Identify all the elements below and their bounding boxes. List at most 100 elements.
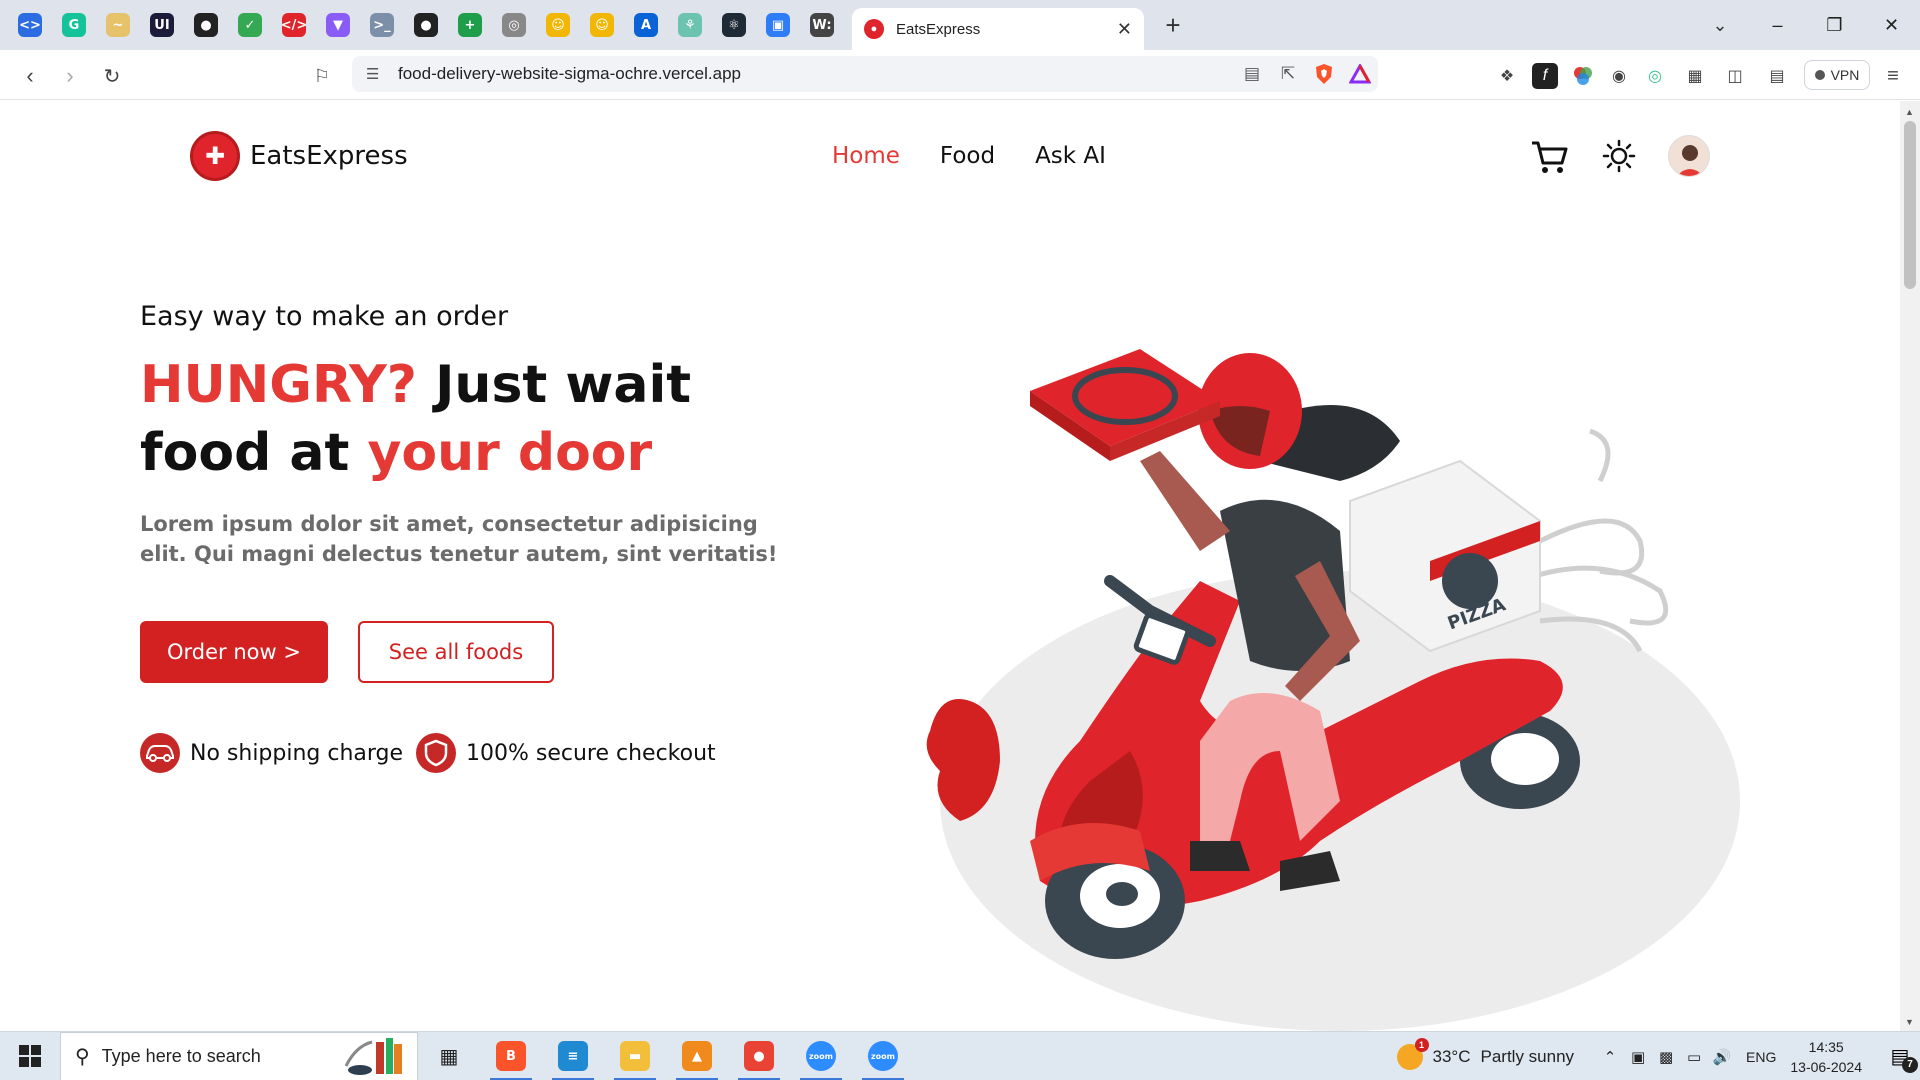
pinned-tab[interactable]: ▼	[316, 6, 360, 44]
taskbar-app-vlc[interactable]: ▲	[666, 1032, 728, 1080]
scroll-up-arrow-icon[interactable]: ▲	[1905, 107, 1914, 117]
pinned-tab[interactable]: ☺	[536, 6, 580, 44]
weather-widget[interactable]: 1 33°C Partly sunny	[1396, 1037, 1575, 1070]
hero-kicker: Easy way to make an order	[140, 301, 509, 332]
nav-link-food[interactable]: Food	[940, 143, 995, 169]
order-now-button[interactable]: Order now >	[140, 621, 328, 683]
brand[interactable]: ✚ EatsExpress	[190, 131, 408, 181]
wiki-icon: W:	[810, 13, 834, 37]
close-window-button[interactable]: ✕	[1863, 0, 1920, 50]
browser-toolbar: ‹ › ↻ ⚐ ☰ food-delivery-website-sigma-oc…	[0, 50, 1920, 100]
emoji-icon: ☺	[546, 13, 570, 37]
glasses-extension-icon[interactable]: ◉	[1606, 63, 1632, 89]
menu-icon[interactable]: ≡	[1880, 63, 1906, 89]
nav-link-home[interactable]: Home	[832, 143, 900, 169]
windows-logo-icon	[19, 1045, 41, 1067]
active-tab[interactable]: ● EatsExpress ✕	[852, 8, 1144, 50]
leaf-icon: ⚘	[678, 13, 702, 37]
notification-center-icon[interactable]: ▤ 7	[1880, 1037, 1920, 1077]
pinned-tab[interactable]: W:	[800, 6, 844, 44]
vpn-status-icon	[1814, 70, 1825, 80]
start-button[interactable]	[0, 1032, 60, 1080]
vite-icon: ▼	[326, 13, 350, 37]
terminal-icon: >_	[370, 13, 394, 37]
language-indicator[interactable]: ENG	[1746, 1049, 1776, 1065]
minimize-button[interactable]: –	[1749, 0, 1806, 50]
back-button[interactable]: ‹	[14, 60, 46, 92]
site-settings-icon[interactable]: ☰	[366, 65, 384, 83]
scrollbar-thumb[interactable]	[1904, 121, 1916, 289]
taskbar-app-files[interactable]: ▬	[604, 1032, 666, 1080]
address-bar[interactable]: ☰ food-delivery-website-sigma-ochre.verc…	[352, 56, 1378, 92]
pinned-tab[interactable]: >_	[360, 6, 404, 44]
cart-icon[interactable]	[1530, 137, 1570, 177]
page-scrollbar[interactable]: ▲ ▼	[1900, 101, 1920, 1031]
pinned-tab[interactable]: ⚘	[668, 6, 712, 44]
pinned-tab[interactable]: ☺	[580, 6, 624, 44]
taskbar-app-vscode[interactable]: ≡	[542, 1032, 604, 1080]
pinned-tab[interactable]: ~	[96, 6, 140, 44]
close-tab-icon[interactable]: ✕	[1117, 19, 1132, 40]
reader-mode-icon[interactable]: ▤	[1234, 56, 1270, 92]
pinned-tab[interactable]: G	[52, 6, 96, 44]
pinned-tab[interactable]: <>	[8, 6, 52, 44]
user-avatar[interactable]	[1668, 135, 1710, 177]
search-placeholder[interactable]: Type here to search	[102, 1046, 331, 1067]
vpn-button[interactable]: VPN	[1804, 60, 1870, 90]
sidebar-icon[interactable]: ◫	[1722, 63, 1748, 89]
maximize-button[interactable]: ❐	[1806, 0, 1863, 50]
pinned-tab[interactable]: UI	[140, 6, 184, 44]
color-picker-extension-icon[interactable]	[1570, 63, 1596, 89]
brave-rewards-icon[interactable]	[1342, 56, 1378, 92]
extensions-puzzle-icon[interactable]: ▦	[1682, 63, 1708, 89]
taskbar-app-brave[interactable]: B	[480, 1032, 542, 1080]
taskbar-app-zoom[interactable]: zoom	[852, 1032, 914, 1080]
pinned-tab[interactable]: ◎	[492, 6, 536, 44]
camera-icon: ◎	[502, 13, 526, 37]
taskbar-app-chrome[interactable]: ●	[728, 1032, 790, 1080]
vpn-label: VPN	[1830, 67, 1860, 83]
pinned-tab[interactable]: ⚛	[712, 6, 756, 44]
weather-desc: Partly sunny	[1480, 1046, 1575, 1066]
pinned-tab[interactable]: ✓	[228, 6, 272, 44]
url-text[interactable]: food-delivery-website-sigma-ochre.vercel…	[398, 64, 1234, 84]
pinned-tab[interactable]: +	[448, 6, 492, 44]
task-view-button[interactable]: ▦	[418, 1032, 480, 1080]
show-hidden-icons-chevron-icon[interactable]: ⌃	[1596, 1048, 1624, 1066]
taskbar-search[interactable]: ⚲ Type here to search	[60, 1031, 418, 1080]
ring-extension-icon[interactable]: ◎	[1642, 63, 1668, 89]
clock[interactable]: 14:35 13-06-2024	[1790, 1037, 1862, 1077]
camera-tray-icon[interactable]: ▣	[1624, 1048, 1652, 1066]
pinned-tabs: <> G ~ UI ● ✓ </> ▼ >_ ● + ◎ ☺ ☺ A ⚘ ⚛ ▣ W:	[0, 6, 844, 44]
main-nav: Home Food Ask AI	[832, 143, 1146, 169]
taskbar-app-zoom[interactable]: zoom	[790, 1032, 852, 1080]
forward-button[interactable]: ›	[54, 60, 86, 92]
font-extension-icon[interactable]: f	[1532, 63, 1558, 89]
bookmark-icon[interactable]: ⚐	[306, 60, 338, 92]
new-tab-button[interactable]: +	[1152, 4, 1194, 46]
battery-icon[interactable]: ▭	[1680, 1048, 1708, 1066]
display-tray-icon[interactable]: ▩	[1652, 1048, 1680, 1066]
volume-icon[interactable]: 🔊	[1708, 1048, 1736, 1066]
nav-link-ask-ai[interactable]: Ask AI	[1035, 143, 1106, 169]
pinned-tab[interactable]: A	[624, 6, 668, 44]
share-icon[interactable]: ⇱	[1270, 56, 1306, 92]
reload-button[interactable]: ↻	[96, 60, 128, 92]
pinned-tab[interactable]: ●	[404, 6, 448, 44]
theme-toggle-sun-icon[interactable]	[1602, 139, 1636, 173]
brand-name: EatsExpress	[250, 141, 408, 171]
see-all-foods-button[interactable]: See all foods	[358, 621, 554, 683]
brave-shields-icon[interactable]	[1306, 56, 1342, 92]
page-viewport: ✚ EatsExpress Home Food Ask AI Easy way to…	[0, 101, 1900, 1031]
tab-list-chevron-icon[interactable]: ⌄	[1700, 0, 1740, 50]
scroll-down-arrow-icon[interactable]: ▼	[1905, 1017, 1914, 1027]
search-icon: ⚲	[75, 1045, 90, 1068]
wallet-icon[interactable]: ▤	[1764, 63, 1790, 89]
bug-extension-icon[interactable]: ❖	[1494, 63, 1520, 89]
pinned-tab[interactable]: ●	[184, 6, 228, 44]
window-icon: ▣	[766, 13, 790, 37]
pinned-tab[interactable]: </>	[272, 6, 316, 44]
ui-icon: UI	[150, 13, 174, 37]
weather-alert-badge: 1	[1414, 1037, 1429, 1052]
pinned-tab[interactable]: ▣	[756, 6, 800, 44]
